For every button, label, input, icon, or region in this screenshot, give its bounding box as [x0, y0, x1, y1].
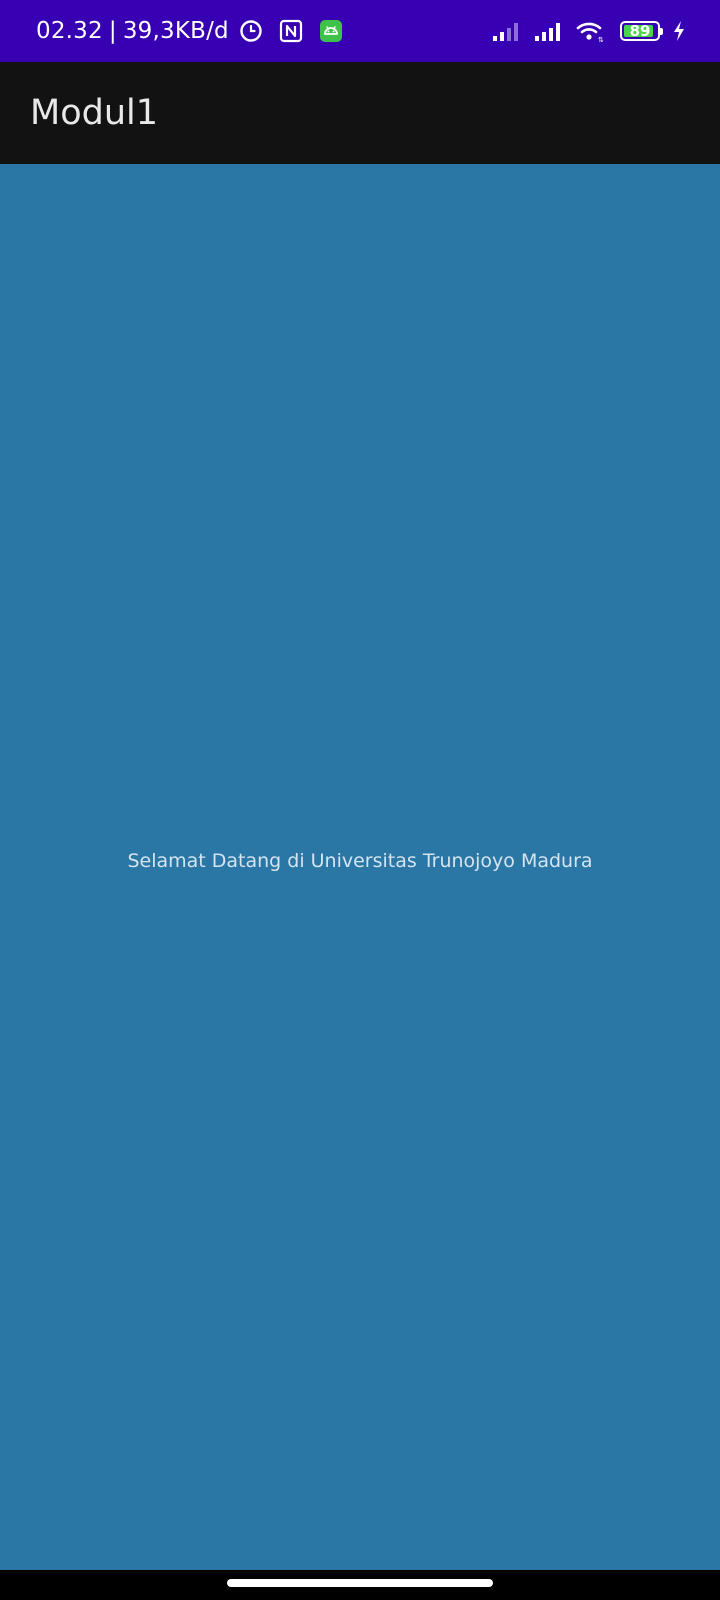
svg-text:⇅: ⇅	[598, 36, 604, 43]
battery-level: 89	[629, 21, 651, 40]
app-bar: Modul1	[0, 62, 720, 164]
app-title: Modul1	[30, 93, 159, 133]
battery-icon: 89	[620, 21, 663, 41]
status-bar: 02.32 | 39,3KB/d ⇅ 89	[0, 0, 720, 62]
network-speed: 39,3KB/d	[122, 18, 229, 44]
status-right: ⇅ 89	[492, 0, 686, 62]
battery-nub	[660, 28, 663, 35]
status-left: 02.32 | 39,3KB/d	[36, 0, 343, 62]
nfc-icon	[279, 19, 303, 43]
screen: 02.32 | 39,3KB/d ⇅ 89 Modul1 Selamat Dat…	[0, 0, 720, 1600]
android-robot-icon	[319, 19, 343, 43]
signal-bars-icon	[534, 20, 562, 42]
status-separator: |	[108, 18, 117, 44]
navigation-bar	[0, 1570, 720, 1600]
status-time: 02.32	[36, 18, 103, 44]
main-content: Selamat Datang di Universitas Trunojoyo …	[0, 164, 720, 1570]
charging-bolt-icon	[672, 20, 686, 42]
home-indicator[interactable]	[227, 1579, 493, 1587]
welcome-text: Selamat Datang di Universitas Trunojoyo …	[127, 850, 593, 872]
signal-bars-icon	[492, 20, 520, 42]
alarm-clock-icon	[239, 19, 263, 43]
wifi-icon: ⇅	[576, 19, 604, 43]
